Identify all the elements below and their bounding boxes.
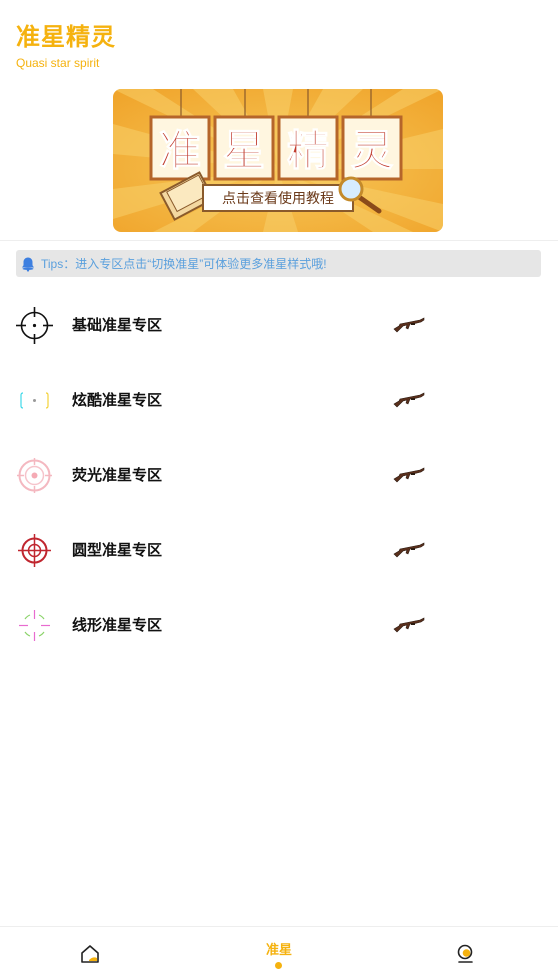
banner-title-char: 灵 — [351, 126, 393, 175]
zone-label: 线形准星专区 — [72, 616, 163, 634]
rifle-icon — [393, 467, 425, 483]
app-title: 准星精灵 — [16, 23, 116, 51]
zone-item-basic[interactable]: 基础准星专区 — [0, 288, 558, 363]
banner-graphic: 准 星 精 灵 点击查看使用教程 — [113, 89, 443, 232]
bell-icon — [19, 255, 37, 273]
divider — [0, 240, 558, 241]
zone-list: 基础准星专区 炫酷准星专区 荧光准星专区 圆型准星专区 线形准星专区 — [0, 288, 558, 663]
banner-title-char: 星 — [223, 126, 265, 175]
nav-crosshair-label: 准星 — [265, 943, 292, 958]
active-indicator-dot — [275, 962, 282, 969]
nav-crosshair[interactable]: 准星 — [258, 927, 300, 977]
nav-home[interactable] — [78, 927, 104, 977]
rifle-icon — [393, 317, 425, 333]
banner-caption: 点击查看使用教程 — [222, 190, 334, 207]
tips-bar: Tips：进入专区点击“切换准星”可体验更多准星样式哦! — [16, 250, 541, 277]
banner-title-char: 精 — [287, 126, 329, 175]
crosshair-basic-icon — [16, 307, 53, 344]
zone-label: 炫酷准星专区 — [72, 391, 163, 409]
zone-label: 基础准星专区 — [72, 316, 163, 334]
zone-item-round[interactable]: 圆型准星专区 — [0, 513, 558, 588]
rifle-icon — [393, 392, 425, 408]
crosshair-cool-icon — [20, 392, 49, 409]
profile-icon — [457, 944, 473, 963]
crosshair-fluorescent-icon — [17, 458, 52, 493]
zone-item-cool[interactable]: 炫酷准星专区 — [0, 363, 558, 438]
crosshair-round-icon — [18, 534, 51, 567]
nav-profile[interactable] — [454, 927, 478, 977]
rifle-icon — [393, 617, 425, 633]
app-header: 准星精灵 Quasi star spirit — [16, 22, 116, 71]
banner-title-char: 准 — [159, 126, 201, 175]
crosshair-line-icon — [19, 610, 50, 641]
rifle-icon — [393, 542, 425, 558]
app-subtitle: Quasi star spirit — [16, 56, 100, 70]
tutorial-banner[interactable]: 准 星 精 灵 点击查看使用教程 — [113, 89, 443, 232]
tips-text: Tips：进入专区点击“切换准星”可体验更多准星样式哦! — [41, 257, 327, 271]
zone-label: 圆型准星专区 — [72, 541, 163, 559]
bottom-nav: 准星 — [0, 926, 558, 977]
zone-label: 荧光准星专区 — [72, 466, 163, 484]
home-icon — [81, 945, 99, 963]
zone-item-line[interactable]: 线形准星专区 — [0, 588, 558, 663]
zone-item-fluorescent[interactable]: 荧光准星专区 — [0, 438, 558, 513]
